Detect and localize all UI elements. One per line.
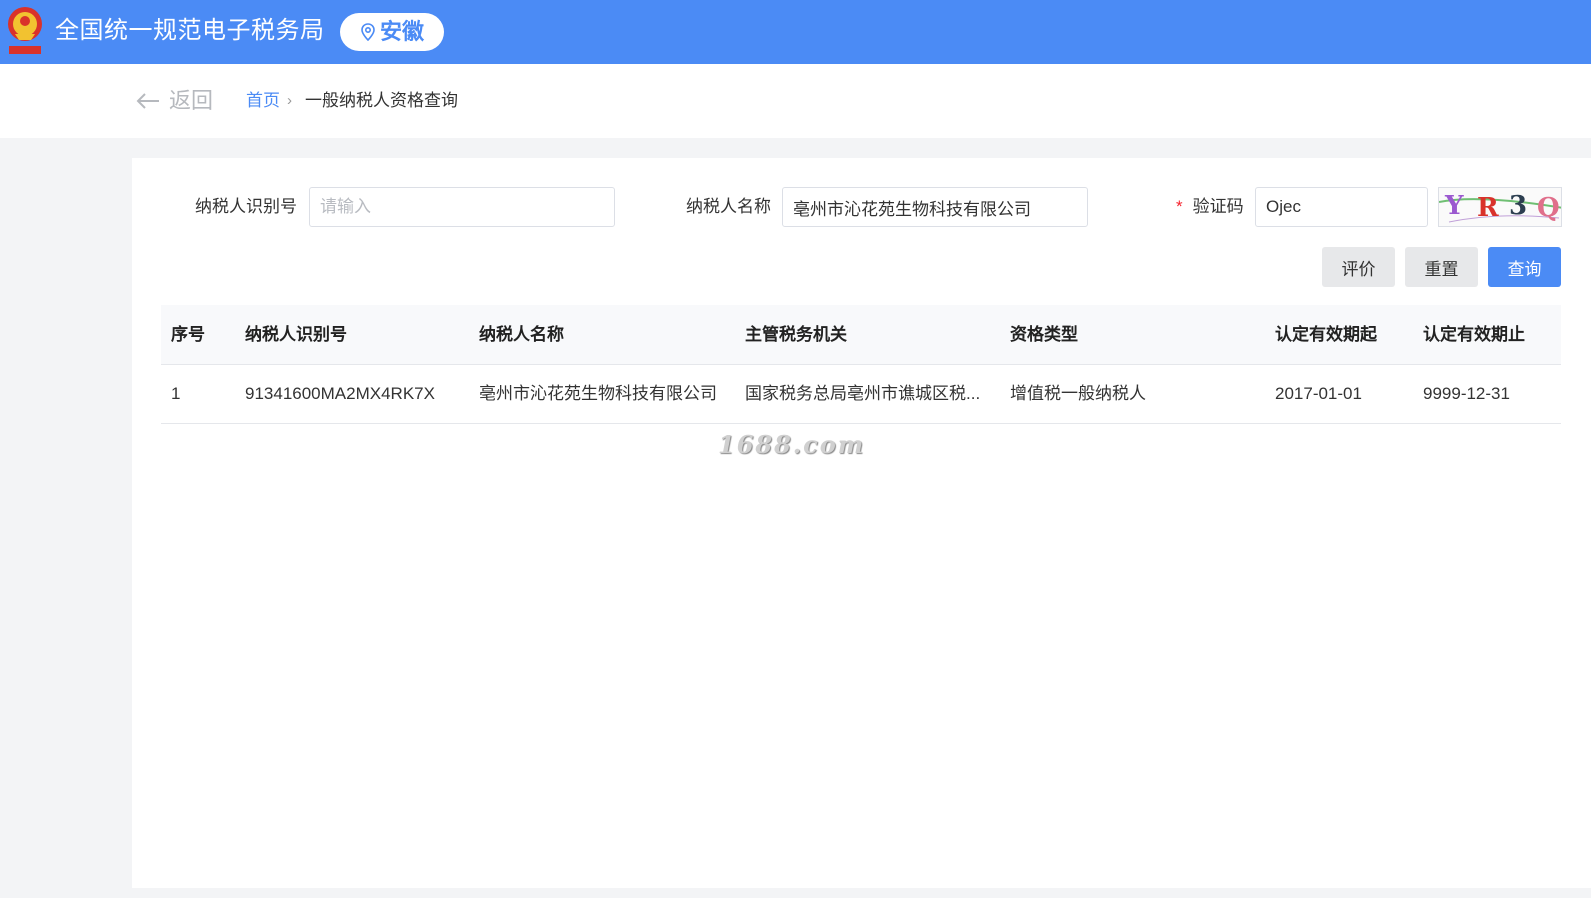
taxpayer-id-input[interactable] — [309, 187, 615, 227]
taxpayer-name-input[interactable] — [782, 187, 1088, 227]
taxpayer-id-label: 纳税人识别号 — [195, 197, 297, 216]
reset-button[interactable]: 重置 — [1405, 247, 1478, 287]
column-header: 认定有效期起 — [1275, 325, 1377, 344]
cell-tax-authority: 国家税务总局亳州市谯城区税... — [745, 384, 981, 403]
watermark: 1688.com — [718, 430, 866, 459]
captcha-label: * 验证码 — [1176, 195, 1244, 219]
top-header: 全国统一规范电子税务局 安徽 — [0, 0, 1591, 64]
location-pin-icon — [361, 23, 375, 41]
required-star: * — [1176, 197, 1183, 216]
arrow-left-icon — [136, 93, 159, 109]
column-header: 纳税人识别号 — [245, 325, 347, 344]
query-card: 纳税人识别号 纳税人名称 * 验证码 Y R 3 Q 评价 重置 查询 序号 纳税… — [132, 158, 1591, 888]
back-label: 返回 — [169, 88, 214, 113]
site-title: 全国统一规范电子税务局 — [55, 17, 325, 44]
column-header: 认定有效期止 — [1423, 325, 1525, 344]
search-button[interactable]: 查询 — [1488, 247, 1561, 287]
breadcrumb-home-link[interactable]: 首页 — [246, 89, 280, 113]
breadcrumb-current: 一般纳税人资格查询 — [305, 91, 458, 110]
captcha-input[interactable] — [1255, 187, 1428, 227]
back-button[interactable]: 返回 — [135, 86, 213, 116]
evaluate-button[interactable]: 评价 — [1322, 247, 1395, 287]
region-selector[interactable]: 安徽 — [340, 13, 444, 51]
column-header: 主管税务机关 — [745, 325, 847, 344]
captcha-char: Y — [1445, 191, 1464, 221]
column-header: 纳税人名称 — [479, 325, 564, 344]
captcha-char: 3 — [1509, 191, 1528, 221]
captcha-label-text: 验证码 — [1192, 197, 1244, 216]
captcha-image[interactable]: Y R 3 Q — [1438, 187, 1562, 227]
column-header: 资格类型 — [1010, 325, 1078, 344]
breadcrumb-separator: › — [287, 92, 292, 109]
table-header: 序号 纳税人识别号 纳税人名称 主管税务机关 资格类型 认定有效期起 认定有效期… — [161, 305, 1561, 365]
captcha-char: R — [1477, 193, 1499, 223]
cell-taxpayer-id: 91341600MA2MX4RK7X — [245, 384, 435, 403]
cell-valid-from: 2017-01-01 — [1275, 384, 1362, 403]
captcha-char: Q — [1537, 193, 1560, 223]
tax-emblem-logo — [8, 7, 42, 54]
column-header: 序号 — [171, 325, 205, 344]
cell-taxpayer-name: 亳州市沁花苑生物科技有限公司 — [479, 384, 717, 403]
region-label: 安徽 — [379, 19, 424, 44]
breadcrumb: 返回 首页 › 一般纳税人资格查询 — [0, 64, 1591, 138]
table-row[interactable]: 1 91341600MA2MX4RK7X 亳州市沁花苑生物科技有限公司 国家税务… — [161, 365, 1561, 424]
taxpayer-name-label: 纳税人名称 — [686, 197, 771, 216]
cell-index: 1 — [171, 384, 181, 403]
cell-qualification-type: 增值税一般纳税人 — [1010, 384, 1146, 403]
cell-valid-to: 9999-12-31 — [1423, 384, 1510, 403]
